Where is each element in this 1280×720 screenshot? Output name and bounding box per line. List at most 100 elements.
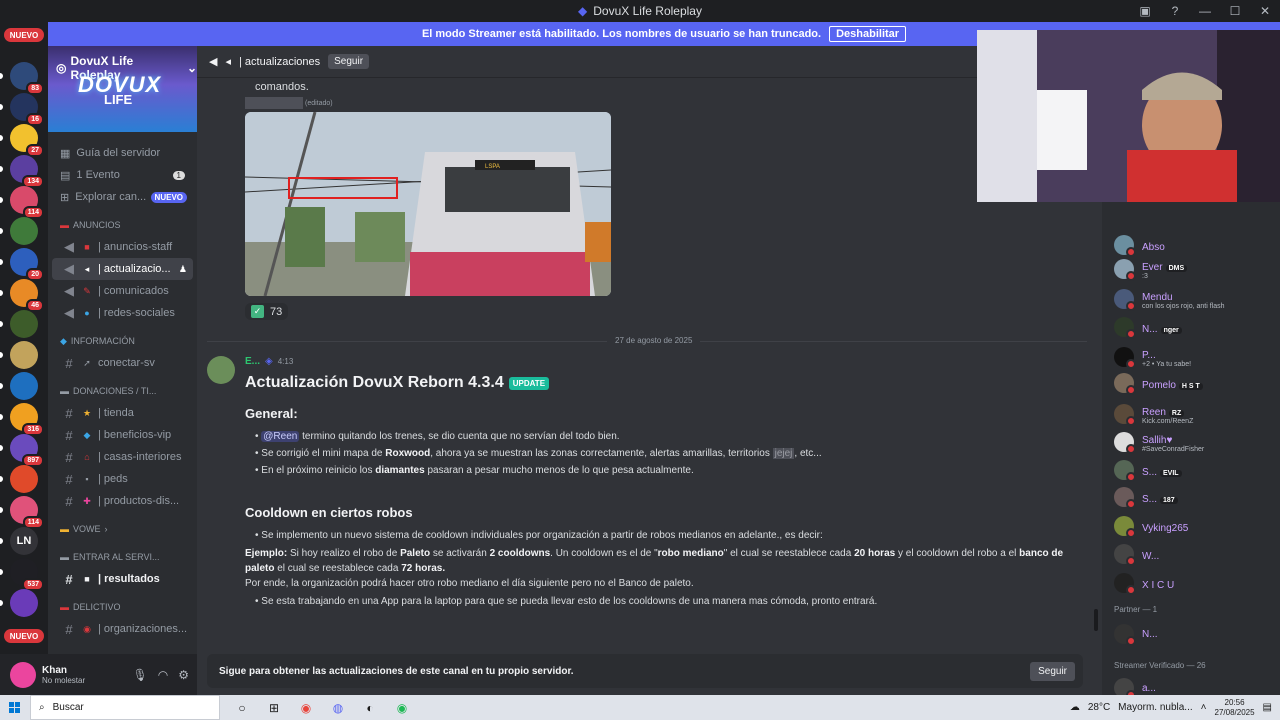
weather-icon: ☁ [1069,702,1080,713]
attached-image[interactable]: LSPA [245,112,611,296]
server-icon[interactable] [10,217,38,245]
diamond-icon: ◆ [60,335,67,346]
author-avatar[interactable] [207,356,235,384]
server-icon[interactable]: 20 [10,248,44,281]
category-anuncios[interactable]: ▬ ANUNCIOS [48,214,197,236]
member-item[interactable]: Vyking265 [1114,516,1188,538]
chrome-icon[interactable]: ◉ [296,698,316,718]
server-icon[interactable]: LN [10,527,38,555]
server-icon[interactable] [10,341,38,369]
channel-productos[interactable]: # ✚ | productos-dis... [52,490,193,512]
user-mention[interactable]: @Reen [261,431,300,442]
channel-peds[interactable]: # ▪ | peds [52,468,193,490]
task-view-icon[interactable]: ○ [232,698,252,718]
category-vowe[interactable]: ▬ VOWE › [48,518,197,540]
server-icon[interactable]: 537 [10,558,44,591]
category-donaciones[interactable]: ▬ DONACIONES / TI... [48,380,197,402]
server-icon[interactable] [10,310,38,338]
message-list[interactable]: comandos. (editado) LSPA ✓ 73 27 de agos… [197,79,1092,649]
member-item[interactable]: N... nger [1114,317,1182,339]
server-icon[interactable] [10,589,38,617]
channel-organizaciones[interactable]: # ◉ | organizaciones... [52,618,193,640]
server-icon[interactable]: 27 [10,124,44,157]
server-icon[interactable]: 16 [10,93,44,126]
scrollbar[interactable] [1094,609,1098,631]
headphones-icon[interactable]: ◠ [158,668,168,682]
avatar[interactable] [10,661,36,688]
server-icon[interactable]: 46 [10,279,44,312]
category-delictivo[interactable]: ▬ DELICTIVO [48,596,197,618]
gear-icon[interactable]: ⚙ [178,668,189,682]
server-icon[interactable]: 114 [10,496,44,529]
server-icon[interactable] [10,372,38,400]
channel-beneficios[interactable]: # ◆ | beneficios-vip [52,424,193,446]
message-author[interactable]: E... [245,356,260,367]
chevron-up-icon[interactable]: ˄ [1201,702,1207,713]
channel-actualizaciones[interactable]: ◀ ◂ | actualizacio... ♟ [52,258,193,280]
member-item[interactable]: Sallih♥ #SaveConradFisher [1114,431,1204,454]
member-item[interactable]: Reen RZ Kick.com/ReenZ [1114,403,1193,426]
server-icon[interactable]: 134 [10,155,44,188]
bold-text: diamantes [375,465,425,476]
minimize-button[interactable]: — [1190,4,1220,18]
taskbar-search[interactable]: ⌕ Buscar [30,695,220,720]
windows-start-icon[interactable] [0,701,30,714]
member-item[interactable]: Ever DMS:3 [1114,258,1188,281]
username: Khan [42,664,67,676]
channel-header: ◀ ◂ | actualizaciones Seguir [197,46,1092,78]
channel-resultados[interactable]: # ■ | resultados [52,568,193,590]
channel-casas[interactable]: # ⌂ | casas-interiores [52,446,193,468]
server-icon[interactable]: 83 [10,62,44,95]
user-panel: Khan No molestar 🎙︎ ◠ ⚙ [0,654,197,695]
notifications-icon[interactable]: ▤ [1263,702,1272,713]
server-icon[interactable] [10,465,38,493]
category-informacion[interactable]: ◆ INFORMACIÓN [48,330,197,352]
channel-conectar[interactable]: # ➚ conectar-sv [52,352,193,374]
member-item[interactable]: X I C U [1114,573,1174,595]
member-item[interactable]: N... [1114,624,1158,646]
channel-comunicados[interactable]: ◀ ✎ | comunicados [52,280,193,302]
edited-label: (editado) [305,100,333,107]
member-item[interactable]: Mendu con los ojos rojo, anti flash [1114,288,1225,311]
member-item[interactable]: P... +2 • Ya tu sabe! [1114,346,1191,369]
add-member-icon[interactable]: ♟ [179,264,187,275]
disable-streamer-button[interactable]: Deshabilitar [829,26,907,42]
member-item[interactable]: S... EVIL [1114,460,1182,482]
spoiler-text[interactable]: jejej [772,448,795,459]
help-icon[interactable]: ? [1160,4,1190,18]
follow-button[interactable]: Seguir [328,54,370,69]
channel-redes-sociales[interactable]: ◀ ● | redes-sociales [52,302,193,324]
category-entrar[interactable]: ▬ ENTRAR AL SERVI... [48,546,197,568]
spotify-icon[interactable]: ◉ [392,698,412,718]
multitask-icon[interactable]: ⊞ [264,698,284,718]
events[interactable]: ▤ 1 Evento 1 [48,164,197,186]
discord-icon[interactable]: ◍ [328,698,348,718]
channel-anuncios-staff[interactable]: ◀ ■ | anuncios-staff [52,236,193,258]
channel-label: | redes-sociales [98,307,175,319]
member-item[interactable]: Abso [1114,235,1165,257]
channel-label: | tienda [98,407,134,419]
follow-button-bottom[interactable]: Seguir [1030,661,1075,681]
weather-text[interactable]: Mayorm. nubla... [1118,702,1192,713]
avatar [1114,544,1136,566]
close-button[interactable]: ✕ [1250,4,1280,18]
clock[interactable]: 20:56 27/08/2025 [1215,698,1255,718]
obs-icon[interactable]: ◐ [360,698,380,718]
reaction-button[interactable]: ✓ 73 [245,303,289,320]
channel-tienda[interactable]: # ★ | tienda [52,402,193,424]
member-item[interactable]: S... 187 [1114,487,1178,509]
browse-channels[interactable]: ⊞ Explorar can... NUEVO [48,186,197,208]
server-icon[interactable]: 316 [10,403,44,436]
follow-channel-bar: Sigue para obtener las actualizaciones d… [207,654,1083,688]
server-icon[interactable]: 897 [10,434,44,467]
microphone-icon[interactable]: 🎙︎ [133,668,148,682]
unread-pill [0,197,3,203]
member-item[interactable]: Pomelo H S T [1114,373,1203,395]
server-header[interactable]: ◎ DovuX Life Roleplay ⌄ DOVUX LIFE [48,46,197,132]
maximize-button[interactable]: ☐ [1220,4,1250,18]
server-guide[interactable]: ▦ Guía del servidor [48,142,197,164]
server-icon[interactable]: 114 [10,186,44,219]
member-item[interactable]: W... [1114,544,1159,566]
inbox-icon[interactable]: ▣ [1130,4,1160,18]
text: el cual se reestablece cada [274,563,402,574]
